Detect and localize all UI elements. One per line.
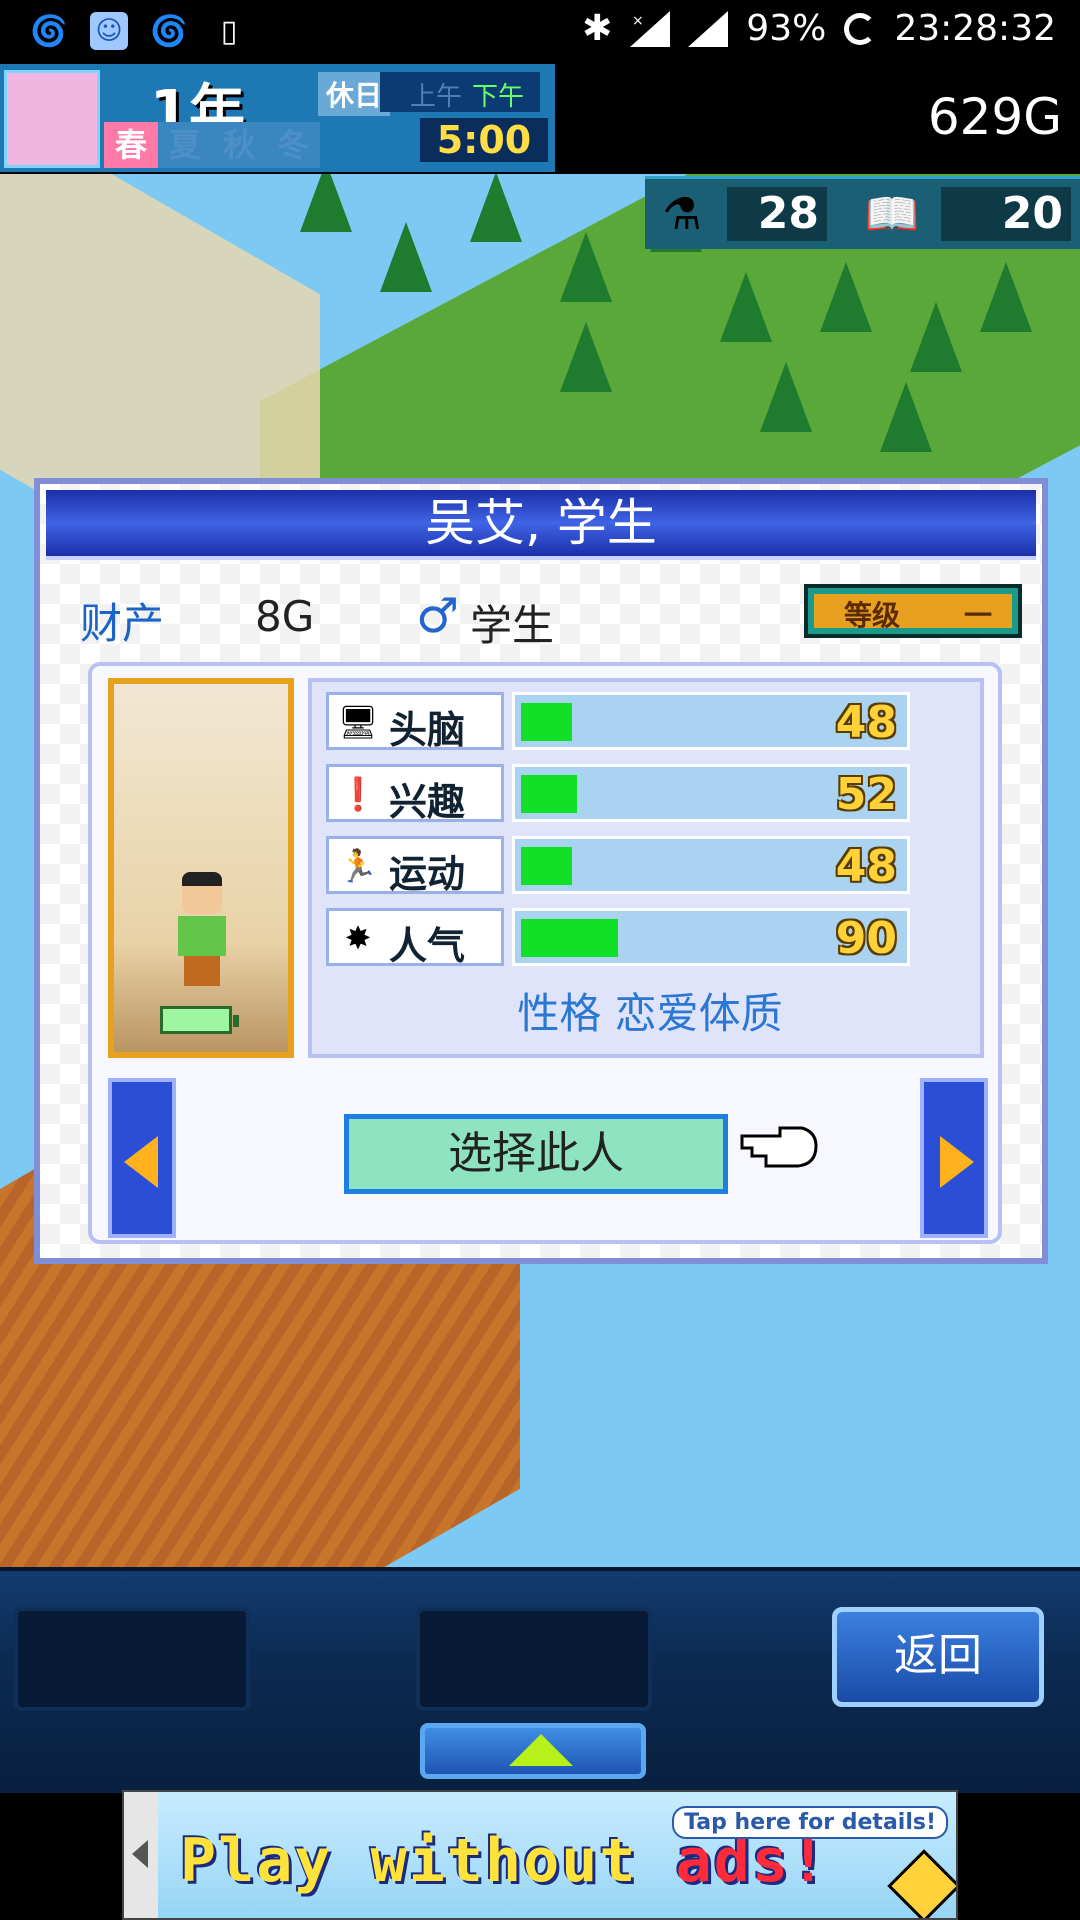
interest-icon: ❗ [338, 775, 378, 813]
signal-icon [688, 10, 729, 47]
flask-icon: ⚗ [662, 188, 702, 240]
swirl-icon: 🌀 [30, 13, 68, 49]
tree-icon [760, 362, 812, 432]
ad-banner[interactable]: Play without ads! Tap here for details! [122, 1790, 958, 1920]
next-character-button[interactable] [920, 1078, 988, 1238]
arrow-right-icon [940, 1136, 974, 1188]
avatar[interactable] [4, 70, 100, 168]
stat-value: 52 [835, 769, 897, 820]
expand-menu-button[interactable] [420, 1723, 646, 1779]
tree-icon [720, 272, 772, 342]
research-points: 28 [727, 187, 827, 241]
game-clock: 5:00 [420, 118, 548, 162]
tree-icon [560, 322, 612, 392]
stat-row-brain: 🖥 头脑 48 [326, 692, 922, 752]
popularity-icon: ✸ [344, 919, 372, 957]
am-label: 上午 [410, 82, 463, 112]
clock: 23:28:32 [894, 8, 1056, 49]
stat-value: 48 [835, 841, 897, 892]
male-icon: ♂ [416, 588, 460, 644]
stat-name: 头脑 [389, 708, 466, 752]
arrow-up-icon [509, 1734, 573, 1766]
stats-area: 🖥 头脑 48 ❗ 兴趣 52 🏃 运动 48 ✸ 人气 90 性格 恋爱体质 [308, 678, 984, 1058]
study-points: 20 [941, 187, 1071, 241]
ad-text-main: Play without [180, 1826, 676, 1896]
no-signal-icon: × [630, 10, 671, 47]
season-spring: 春 [104, 122, 158, 168]
ad-collapse-button[interactable] [124, 1792, 158, 1918]
tree-icon [470, 172, 522, 242]
stat-value: 48 [835, 697, 897, 748]
season-indicator: 春 夏 秋 冬 [104, 122, 320, 168]
resource-panel: ⚗ 28 📖 20 [645, 176, 1080, 249]
swirl-icon: 🌀 [150, 13, 188, 49]
select-person-button[interactable]: 选择此人 [344, 1114, 728, 1194]
battery-percent: 93% [746, 8, 827, 49]
stat-bar-fill [521, 919, 618, 957]
status-bar: 🌀 ☺ 🌀 ▯ ✱ × 93% 23:28:32 [0, 0, 1080, 62]
stat-name: 人气 [389, 924, 466, 968]
prev-character-button[interactable] [108, 1078, 176, 1238]
svg-text:×: × [632, 13, 644, 29]
stat-bar-fill [521, 775, 577, 813]
bottom-menu-bar: 返回 [0, 1567, 1080, 1793]
property-value: 8G [255, 592, 315, 641]
loading-icon [844, 12, 877, 45]
stat-value: 90 [835, 913, 897, 964]
tree-icon [560, 232, 612, 302]
stat-bar-fill [521, 847, 572, 885]
rank-label: 等级 [844, 599, 901, 632]
stat-row-sport: 🏃 运动 48 [326, 836, 922, 896]
pm-label: 下午 [472, 82, 525, 112]
menu-slot-1[interactable] [14, 1607, 250, 1711]
property-label: 财产 [80, 599, 165, 648]
dialog-title: 吴艾, 学生 [46, 490, 1036, 560]
stat-bar-fill [521, 703, 572, 741]
stat-row-interest: ❗ 兴趣 52 [326, 764, 922, 824]
season-winter: 冬 [266, 122, 320, 168]
tree-icon [880, 382, 932, 452]
season-summer: 夏 [158, 122, 212, 168]
time-of-day: 上午 下午 [380, 72, 540, 112]
brain-icon: 🖥 [337, 703, 379, 741]
rank-value: 一 [964, 599, 993, 632]
character-portrait [108, 678, 294, 1058]
stat-name: 运动 [389, 852, 466, 896]
menu-slot-2[interactable] [416, 1607, 652, 1711]
tree-icon [980, 262, 1032, 332]
app-icon: ☺ [90, 12, 128, 50]
tree-icon [910, 302, 962, 372]
occupation-label: 学生 [470, 601, 555, 650]
arrow-left-icon [124, 1136, 158, 1188]
character-sprite [174, 872, 230, 992]
bluetooth-icon: ✱ [582, 8, 613, 49]
money-display: 629G [927, 88, 1062, 146]
back-button[interactable]: 返回 [832, 1607, 1044, 1707]
pointing-hand-icon [740, 1126, 818, 1168]
character-panel: 🖥 头脑 48 ❗ 兴趣 52 🏃 运动 48 ✸ 人气 90 性格 恋爱体质 选择此人 [88, 662, 1002, 1244]
energy-battery-icon [160, 1006, 239, 1034]
phone-icon: ▯ [220, 13, 238, 49]
stat-row-popularity: ✸ 人气 90 [326, 908, 922, 968]
season-autumn: 秋 [212, 122, 266, 168]
ad-logo-icon [887, 1849, 956, 1918]
ad-details-link[interactable]: Tap here for details! [672, 1806, 948, 1839]
personality-label: 性格 恋爱体质 [517, 989, 783, 1038]
tree-icon [820, 262, 872, 332]
sport-icon: 🏃 [338, 847, 378, 885]
stat-name: 兴趣 [389, 780, 466, 824]
book-icon: 📖 [864, 189, 920, 240]
character-dialog: 吴艾, 学生 财产 8G ♂ 学生 等级 一 🖥头脑 48 ❗兴趣 52 � [34, 478, 1048, 1264]
rank-badge: 等级 一 [804, 584, 1022, 638]
tree-icon [380, 222, 432, 292]
